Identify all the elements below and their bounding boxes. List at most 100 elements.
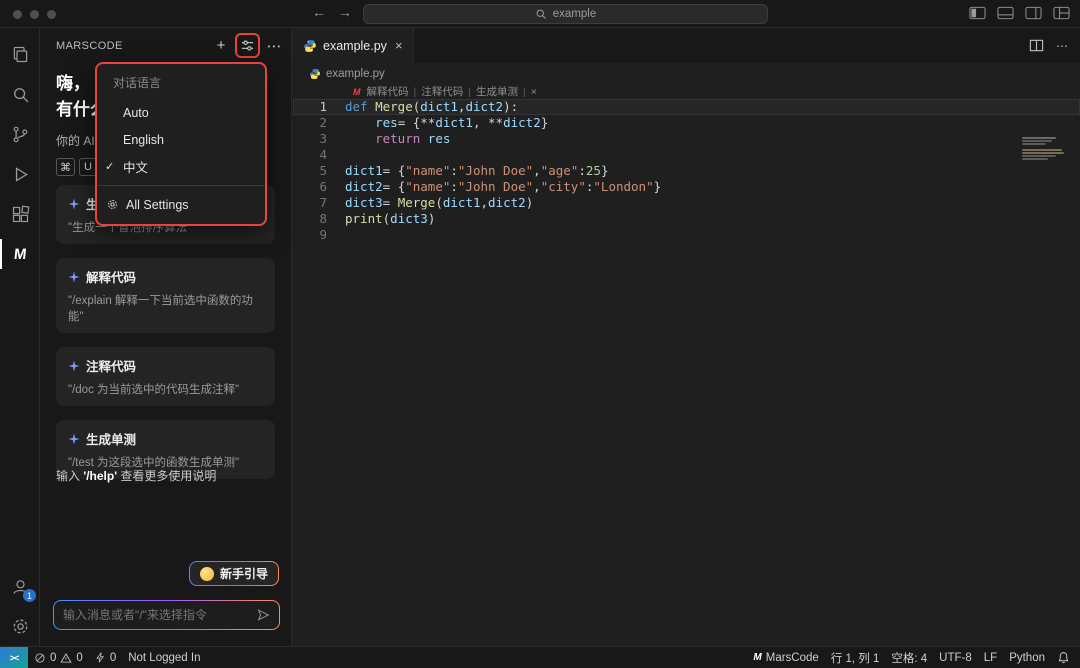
toggle-sidebar-right-icon[interactable] <box>1025 6 1042 20</box>
panel-header: MARSCODE + ⋯ <box>40 28 291 63</box>
ports-count: 0 <box>109 651 117 664</box>
marscode-status[interactable]: M MarsCode <box>747 647 824 668</box>
ports-status[interactable]: 0 <box>89 647 122 668</box>
command-center[interactable]: example <box>363 4 768 24</box>
menu-item-all-settings[interactable]: All Settings <box>97 191 265 218</box>
eol-status[interactable]: LF <box>978 647 1003 668</box>
breadcrumb-file: example.py <box>326 68 385 80</box>
marscode-sidebar-icon[interactable]: M <box>0 234 40 274</box>
code-line-5[interactable]: 5 dict1= {"name":"John Doe","age":25} <box>293 163 1080 179</box>
onboarding-button[interactable]: 新手引导 <box>188 561 279 586</box>
source-control-icon[interactable] <box>0 114 40 154</box>
minimap[interactable] <box>1022 137 1068 160</box>
command-center-text: example <box>552 8 597 20</box>
editor-more-icon[interactable]: ⋯ <box>1056 39 1068 53</box>
customize-layout-icon[interactable] <box>1053 6 1070 20</box>
remote-indicator[interactable]: >< <box>0 646 28 668</box>
code-line-4[interactable]: 4 <box>293 147 1080 163</box>
line-number: 6 <box>319 179 327 194</box>
card-desc: "/explain 解释一下当前选中函数的功能" <box>68 295 253 323</box>
sparkle-icon <box>68 198 80 209</box>
nav-arrows: ← → <box>312 4 352 20</box>
send-icon[interactable] <box>256 608 270 622</box>
code-line-7[interactable]: 7 dict3= Merge(dict1,dict2) <box>293 195 1080 211</box>
guide-emoji-icon <box>199 566 214 581</box>
chat-input-wrapper <box>53 600 280 630</box>
onboarding-label: 新手引导 <box>219 567 268 581</box>
card-title: 生成单测 <box>86 433 137 447</box>
line-content: def Merge(dict1,dict2): <box>345 99 519 114</box>
problems-status[interactable]: 0 0 <box>28 647 89 668</box>
code-line-8[interactable]: 8 print(dict3) <box>293 211 1080 227</box>
zoom-window-button[interactable] <box>47 10 56 19</box>
line-content: dict3= Merge(dict1,dict2) <box>345 195 534 210</box>
code-line-2[interactable]: 2 res= {**dict1, **dict2} <box>293 115 1080 131</box>
status-bar: >< 0 0 0 Not Logged In M MarsCode 行 1, 列… <box>0 646 1080 668</box>
card-explain-code[interactable]: 解释代码 "/explain 解释一下当前选中函数的功能" <box>56 258 275 333</box>
codelens-bar: M 解释代码 | 注释代码 | 生成单测 | × <box>353 84 537 100</box>
explorer-icon[interactable] <box>0 34 40 74</box>
lens-explain-link[interactable]: 解释代码 <box>367 84 409 100</box>
error-icon <box>35 652 45 663</box>
code-line-9[interactable]: 9 <box>293 227 1080 243</box>
all-settings-label: All Settings <box>126 197 189 212</box>
close-window-button[interactable] <box>13 10 22 19</box>
new-chat-button[interactable]: + <box>210 35 232 57</box>
toggle-panel-icon[interactable] <box>997 6 1014 20</box>
tab-example-py[interactable]: example.py × <box>293 28 414 63</box>
help-hint: 输入 '/help' 查看更多使用说明 <box>56 469 217 483</box>
lens-close-icon[interactable]: × <box>531 84 537 100</box>
prompt-cards: 生成代码 "生成一个冒泡排序算法" 解释代码 "/explain 解释一下当前选… <box>56 185 275 479</box>
warning-icon <box>60 652 73 663</box>
lens-test-link[interactable]: 生成单测 <box>476 84 518 100</box>
code-line-1[interactable]: 1 def Merge(dict1,dict2): <box>293 99 1080 115</box>
indentation-status[interactable]: 空格: 4 <box>885 647 933 668</box>
menu-item-english[interactable]: English <box>97 126 265 153</box>
minimize-window-button[interactable] <box>30 10 39 19</box>
extensions-icon[interactable] <box>0 194 40 234</box>
chat-input[interactable] <box>63 608 250 622</box>
accounts-icon[interactable]: 1 <box>0 566 40 606</box>
notifications-status[interactable] <box>1051 647 1080 668</box>
check-icon: ✓ <box>105 161 115 173</box>
line-content: return res <box>375 131 451 146</box>
menu-item-label: 中文 <box>123 161 149 175</box>
forward-icon[interactable]: → <box>338 4 352 20</box>
activity-bar: M 1 <box>0 28 40 646</box>
login-status[interactable]: Not Logged In <box>122 647 206 668</box>
language-mode-status[interactable]: Python <box>1003 647 1051 668</box>
python-icon <box>310 69 320 79</box>
code-editor[interactable]: M 解释代码 | 注释代码 | 生成单测 | × 1 def Merge(dict… <box>293 85 1080 646</box>
tab-close-icon[interactable]: × <box>395 38 403 53</box>
line-number: 9 <box>319 227 327 242</box>
settings-gear-icon[interactable] <box>0 606 40 646</box>
bell-icon <box>1058 652 1069 664</box>
menu-item-auto[interactable]: Auto <box>97 99 265 126</box>
sparkle-icon <box>68 360 80 371</box>
card-comment-code[interactable]: 注释代码 "/doc 为当前选中的代码生成注释" <box>56 347 275 406</box>
toggle-sidebar-left-icon[interactable] <box>969 6 986 20</box>
settings-sliders-button[interactable] <box>235 33 260 58</box>
line-number: 1 <box>319 99 327 114</box>
editor-actions: ⋯ <box>1029 28 1080 63</box>
breadcrumb[interactable]: example.py <box>293 63 1080 85</box>
menu-item-chinese[interactable]: ✓ 中文 <box>97 153 265 180</box>
line-number: 3 <box>319 131 327 146</box>
menu-item-label: English <box>123 132 164 147</box>
lens-comment-link[interactable]: 注释代码 <box>421 84 463 100</box>
panel-more-button[interactable]: ⋯ <box>263 35 285 57</box>
split-editor-icon[interactable] <box>1029 38 1044 53</box>
back-icon[interactable]: ← <box>312 4 326 20</box>
search-sidebar-icon[interactable] <box>0 74 40 114</box>
code-line-3[interactable]: 3 return res <box>293 131 1080 147</box>
cursor-position-status[interactable]: 行 1, 列 1 <box>825 647 886 668</box>
traffic-lights <box>13 10 56 19</box>
card-title: 解释代码 <box>86 271 137 285</box>
encoding-status[interactable]: UTF-8 <box>933 647 978 668</box>
line-number: 5 <box>319 163 327 178</box>
marscode-panel: MARSCODE + ⋯ 嗨， 有什么 你的 AI ⌘ U "生成一个冒泡排序算… <box>40 28 292 646</box>
line-content: dict1= {"name":"John Doe","age":25} <box>345 163 609 178</box>
code-line-6[interactable]: 6 dict2= {"name":"John Doe","city":"Londo… <box>293 179 1080 195</box>
run-debug-icon[interactable] <box>0 154 40 194</box>
python-icon <box>304 39 316 52</box>
